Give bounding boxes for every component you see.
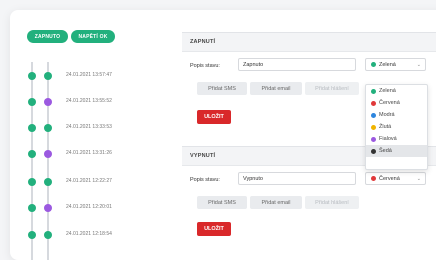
timeline-row: 24.01.2021 13:31:26 (10, 148, 178, 160)
status-dot-icon (28, 98, 36, 106)
timeline-timestamp: 24.01.2021 13:55:52 (66, 98, 112, 104)
color-option-label: Fialová (379, 136, 397, 142)
color-select-value: Zelená (379, 61, 396, 68)
status-dot-icon (28, 124, 36, 132)
color-select[interactable]: Červená ⌄ (365, 172, 426, 185)
timeline-timestamp: 24.01.2021 13:31:26 (66, 150, 112, 156)
state-description-input[interactable]: Zapnuto (238, 58, 356, 71)
color-select[interactable]: Zelená ⌄ (365, 58, 426, 71)
color-option-label: Červená (379, 100, 400, 106)
color-option-label: Šedá (379, 148, 392, 154)
add-report-button[interactable]: Přidat hlášení (305, 82, 359, 95)
color-dot-icon (371, 176, 376, 181)
status-dot-icon (44, 98, 52, 106)
color-option[interactable]: Fialová (366, 133, 427, 145)
status-dot-icon (44, 204, 52, 212)
color-option-label: Žlutá (379, 124, 392, 130)
chevron-down-icon: ⌄ (416, 62, 421, 68)
add-email-button[interactable]: Přidat email (250, 196, 302, 209)
status-pill-voltage[interactable]: NAPĚTÍ OK (71, 30, 115, 43)
color-dot-icon (371, 124, 376, 130)
status-dot-icon (44, 231, 52, 239)
color-option-label: Zelená (379, 88, 396, 94)
add-sms-button[interactable]: Přidat SMS (197, 196, 247, 209)
color-option[interactable]: Zelená (366, 85, 427, 97)
status-dot-icon (44, 178, 52, 186)
color-dot-icon (371, 62, 376, 67)
status-dot-icon (28, 231, 36, 239)
add-sms-button[interactable]: Přidat SMS (197, 82, 247, 95)
timeline-row: 24.01.2021 12:18:54 (10, 229, 178, 241)
status-dot-icon (44, 124, 52, 132)
status-dot-icon (28, 150, 36, 158)
notification-card: ZAPNUTO NAPĚTÍ OK 24.01.2021 13:57:47 24.… (10, 10, 436, 260)
status-dot-icon (44, 150, 52, 158)
color-select-value: Červená (379, 175, 400, 182)
chevron-down-icon: ⌄ (416, 176, 421, 182)
timeline-timestamp: 24.01.2021 12:20:01 (66, 204, 112, 210)
section-on-title: ZAPNUTÍ (182, 33, 436, 52)
color-dot-icon (371, 148, 376, 154)
color-option[interactable]: Šedá (366, 145, 427, 157)
color-option-label: Modrá (379, 112, 395, 118)
timeline-row: 24.01.2021 12:20:01 (10, 202, 178, 214)
status-dot-icon (28, 204, 36, 212)
color-dropdown-menu: Zelená Červená Modrá Žlutá Fialová Šedá (365, 84, 428, 170)
add-email-button[interactable]: Přidat email (250, 82, 302, 95)
save-button[interactable]: ULOŽIT (197, 222, 231, 236)
timeline-row: 24.01.2021 13:55:52 (10, 96, 178, 108)
timeline-timestamp: 24.01.2021 13:33:53 (66, 124, 112, 130)
state-description-label: Popis stavu: (190, 63, 220, 69)
section-off-form: Popis stavu: Vypnuto Červená ⌄ Přidat SM… (182, 166, 436, 260)
status-pill-on[interactable]: ZAPNUTO (27, 30, 68, 43)
color-dot-icon (371, 88, 376, 94)
color-dot-icon (371, 112, 376, 118)
color-option[interactable]: Červená (366, 97, 427, 109)
timeline-row: 24.01.2021 13:33:53 (10, 122, 178, 134)
color-option[interactable]: Žlutá (366, 121, 427, 133)
status-dot-icon (28, 72, 36, 80)
timeline-timestamp: 24.01.2021 13:57:47 (66, 72, 112, 78)
state-description-label: Popis stavu: (190, 177, 220, 183)
status-dot-icon (44, 72, 52, 80)
timeline-timestamp: 24.01.2021 12:22:27 (66, 178, 112, 184)
timeline-row: 24.01.2021 12:22:27 (10, 176, 178, 188)
save-button[interactable]: ULOŽIT (197, 110, 231, 124)
color-dot-icon (371, 136, 376, 142)
status-dot-icon (28, 178, 36, 186)
color-dot-icon (371, 100, 376, 106)
timeline-row: 24.01.2021 13:57:47 (10, 70, 178, 82)
status-timeline: ZAPNUTO NAPĚTÍ OK 24.01.2021 13:57:47 24.… (10, 10, 178, 260)
state-description-input[interactable]: Vypnuto (238, 172, 356, 185)
color-option[interactable]: Modrá (366, 109, 427, 121)
add-report-button[interactable]: Přidat hlášení (305, 196, 359, 209)
timeline-timestamp: 24.01.2021 12:18:54 (66, 231, 112, 237)
